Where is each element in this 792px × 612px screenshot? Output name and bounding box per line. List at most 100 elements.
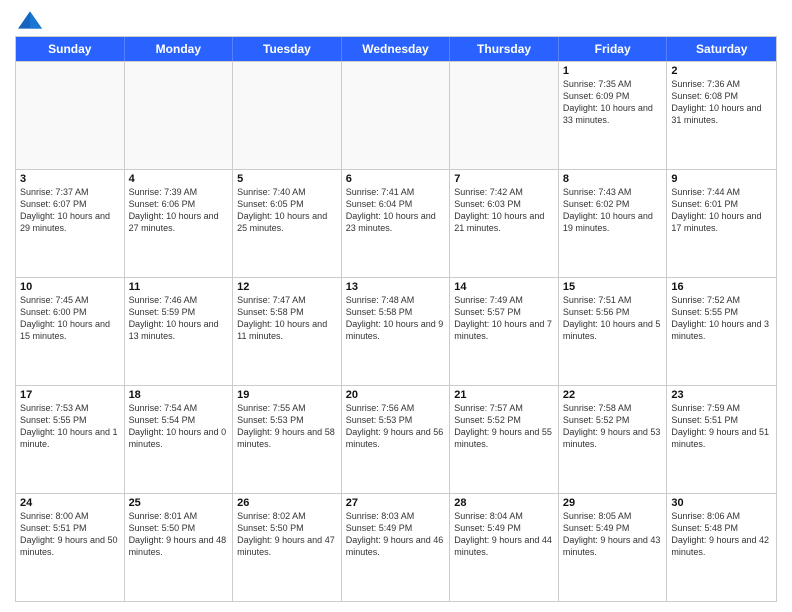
day-info: Sunrise: 8:01 AM Sunset: 5:50 PM Dayligh… [129,510,229,559]
day-number: 23 [671,389,772,401]
cal-cell: 22Sunrise: 7:58 AM Sunset: 5:52 PM Dayli… [559,386,668,493]
day-number: 2 [671,65,772,77]
day-info: Sunrise: 7:39 AM Sunset: 6:06 PM Dayligh… [129,186,229,235]
page: SundayMondayTuesdayWednesdayThursdayFrid… [0,0,792,612]
cal-cell: 25Sunrise: 8:01 AM Sunset: 5:50 PM Dayli… [125,494,234,601]
cal-cell: 1Sunrise: 7:35 AM Sunset: 6:09 PM Daylig… [559,62,668,169]
day-info: Sunrise: 7:49 AM Sunset: 5:57 PM Dayligh… [454,294,554,343]
day-number: 18 [129,389,229,401]
cal-cell: 17Sunrise: 7:53 AM Sunset: 5:55 PM Dayli… [16,386,125,493]
cal-cell: 5Sunrise: 7:40 AM Sunset: 6:05 PM Daylig… [233,170,342,277]
cal-cell: 4Sunrise: 7:39 AM Sunset: 6:06 PM Daylig… [125,170,234,277]
day-info: Sunrise: 8:02 AM Sunset: 5:50 PM Dayligh… [237,510,337,559]
header-day-monday: Monday [125,37,234,61]
cal-cell: 9Sunrise: 7:44 AM Sunset: 6:01 PM Daylig… [667,170,776,277]
cal-cell: 26Sunrise: 8:02 AM Sunset: 5:50 PM Dayli… [233,494,342,601]
cal-cell: 19Sunrise: 7:55 AM Sunset: 5:53 PM Dayli… [233,386,342,493]
cal-cell: 14Sunrise: 7:49 AM Sunset: 5:57 PM Dayli… [450,278,559,385]
day-info: Sunrise: 7:54 AM Sunset: 5:54 PM Dayligh… [129,402,229,451]
cal-cell [450,62,559,169]
day-info: Sunrise: 7:36 AM Sunset: 6:08 PM Dayligh… [671,78,772,127]
cal-cell: 3Sunrise: 7:37 AM Sunset: 6:07 PM Daylig… [16,170,125,277]
header-day-wednesday: Wednesday [342,37,451,61]
cal-cell: 30Sunrise: 8:06 AM Sunset: 5:48 PM Dayli… [667,494,776,601]
day-number: 29 [563,497,663,509]
cal-cell: 24Sunrise: 8:00 AM Sunset: 5:51 PM Dayli… [16,494,125,601]
day-info: Sunrise: 7:59 AM Sunset: 5:51 PM Dayligh… [671,402,772,451]
cal-cell: 7Sunrise: 7:42 AM Sunset: 6:03 PM Daylig… [450,170,559,277]
cal-cell [342,62,451,169]
day-info: Sunrise: 8:03 AM Sunset: 5:49 PM Dayligh… [346,510,446,559]
day-info: Sunrise: 7:52 AM Sunset: 5:55 PM Dayligh… [671,294,772,343]
day-info: Sunrise: 7:56 AM Sunset: 5:53 PM Dayligh… [346,402,446,451]
cal-cell: 23Sunrise: 7:59 AM Sunset: 5:51 PM Dayli… [667,386,776,493]
week-row-3: 17Sunrise: 7:53 AM Sunset: 5:55 PM Dayli… [16,385,776,493]
day-info: Sunrise: 7:37 AM Sunset: 6:07 PM Dayligh… [20,186,120,235]
cal-cell: 13Sunrise: 7:48 AM Sunset: 5:58 PM Dayli… [342,278,451,385]
logo-icon [15,10,45,30]
calendar-body: 1Sunrise: 7:35 AM Sunset: 6:09 PM Daylig… [16,61,776,601]
cal-cell: 15Sunrise: 7:51 AM Sunset: 5:56 PM Dayli… [559,278,668,385]
day-number: 22 [563,389,663,401]
day-info: Sunrise: 7:58 AM Sunset: 5:52 PM Dayligh… [563,402,663,451]
day-number: 12 [237,281,337,293]
cal-cell: 12Sunrise: 7:47 AM Sunset: 5:58 PM Dayli… [233,278,342,385]
week-row-0: 1Sunrise: 7:35 AM Sunset: 6:09 PM Daylig… [16,61,776,169]
week-row-4: 24Sunrise: 8:00 AM Sunset: 5:51 PM Dayli… [16,493,776,601]
day-info: Sunrise: 7:48 AM Sunset: 5:58 PM Dayligh… [346,294,446,343]
day-info: Sunrise: 8:06 AM Sunset: 5:48 PM Dayligh… [671,510,772,559]
day-number: 25 [129,497,229,509]
header [15,10,777,30]
day-number: 4 [129,173,229,185]
logo [15,10,49,30]
day-number: 6 [346,173,446,185]
cal-cell: 8Sunrise: 7:43 AM Sunset: 6:02 PM Daylig… [559,170,668,277]
cal-cell: 6Sunrise: 7:41 AM Sunset: 6:04 PM Daylig… [342,170,451,277]
cal-cell [16,62,125,169]
day-number: 17 [20,389,120,401]
cal-cell: 29Sunrise: 8:05 AM Sunset: 5:49 PM Dayli… [559,494,668,601]
cal-cell: 18Sunrise: 7:54 AM Sunset: 5:54 PM Dayli… [125,386,234,493]
day-info: Sunrise: 8:04 AM Sunset: 5:49 PM Dayligh… [454,510,554,559]
cal-cell: 21Sunrise: 7:57 AM Sunset: 5:52 PM Dayli… [450,386,559,493]
cal-cell: 16Sunrise: 7:52 AM Sunset: 5:55 PM Dayli… [667,278,776,385]
day-number: 9 [671,173,772,185]
day-number: 28 [454,497,554,509]
cal-cell [233,62,342,169]
day-number: 14 [454,281,554,293]
day-info: Sunrise: 7:43 AM Sunset: 6:02 PM Dayligh… [563,186,663,235]
day-info: Sunrise: 7:51 AM Sunset: 5:56 PM Dayligh… [563,294,663,343]
header-day-sunday: Sunday [16,37,125,61]
day-number: 21 [454,389,554,401]
calendar: SundayMondayTuesdayWednesdayThursdayFrid… [15,36,777,602]
day-number: 26 [237,497,337,509]
day-number: 15 [563,281,663,293]
day-info: Sunrise: 7:47 AM Sunset: 5:58 PM Dayligh… [237,294,337,343]
day-info: Sunrise: 7:41 AM Sunset: 6:04 PM Dayligh… [346,186,446,235]
cal-cell: 28Sunrise: 8:04 AM Sunset: 5:49 PM Dayli… [450,494,559,601]
day-number: 11 [129,281,229,293]
day-info: Sunrise: 7:44 AM Sunset: 6:01 PM Dayligh… [671,186,772,235]
day-info: Sunrise: 7:57 AM Sunset: 5:52 PM Dayligh… [454,402,554,451]
header-day-thursday: Thursday [450,37,559,61]
day-number: 1 [563,65,663,77]
header-day-friday: Friday [559,37,668,61]
day-info: Sunrise: 7:46 AM Sunset: 5:59 PM Dayligh… [129,294,229,343]
day-number: 19 [237,389,337,401]
day-info: Sunrise: 7:40 AM Sunset: 6:05 PM Dayligh… [237,186,337,235]
day-number: 7 [454,173,554,185]
day-info: Sunrise: 7:35 AM Sunset: 6:09 PM Dayligh… [563,78,663,127]
cal-cell: 27Sunrise: 8:03 AM Sunset: 5:49 PM Dayli… [342,494,451,601]
calendar-header: SundayMondayTuesdayWednesdayThursdayFrid… [16,37,776,61]
day-number: 8 [563,173,663,185]
day-number: 5 [237,173,337,185]
cal-cell: 11Sunrise: 7:46 AM Sunset: 5:59 PM Dayli… [125,278,234,385]
week-row-1: 3Sunrise: 7:37 AM Sunset: 6:07 PM Daylig… [16,169,776,277]
day-number: 24 [20,497,120,509]
day-number: 27 [346,497,446,509]
cal-cell: 10Sunrise: 7:45 AM Sunset: 6:00 PM Dayli… [16,278,125,385]
day-number: 3 [20,173,120,185]
day-number: 10 [20,281,120,293]
day-info: Sunrise: 7:45 AM Sunset: 6:00 PM Dayligh… [20,294,120,343]
day-number: 16 [671,281,772,293]
